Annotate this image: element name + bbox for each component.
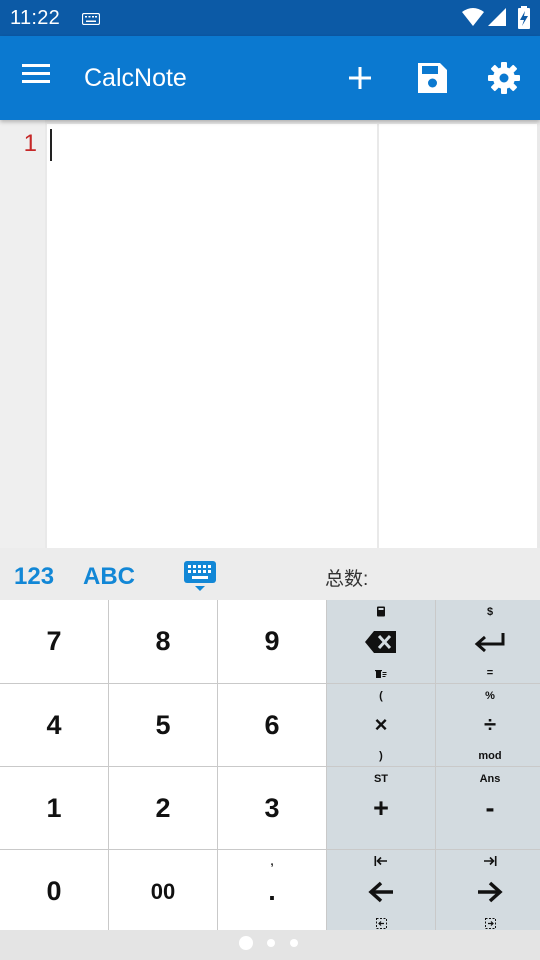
total-label: 总数: [325, 569, 369, 590]
divide-key-label: ÷ [483, 712, 497, 737]
multiply-key-label: × [374, 712, 388, 737]
arrow-right-icon [477, 881, 503, 903]
app-bar: CalcNote [0, 36, 540, 120]
key-4-label: 4 [46, 709, 62, 740]
minus-key-top-label: Ans [479, 773, 501, 785]
keyboard-icon [81, 12, 101, 30]
plus-key-top-label: ST [373, 773, 389, 785]
plus-key-label: + [373, 792, 389, 823]
key-1-label: 1 [46, 792, 62, 823]
key-8[interactable]: 8 [109, 600, 217, 683]
save-icon[interactable] [414, 60, 450, 96]
select-left-icon [327, 918, 435, 929]
backspace-icon [364, 630, 398, 654]
key-5[interactable]: 5 [109, 684, 217, 766]
key-3[interactable]: 3 [218, 767, 326, 849]
enter-icon [474, 631, 506, 653]
decimal-key-alt-label: , [270, 856, 274, 868]
text-caret [50, 129, 52, 161]
status-bar: 11:22 [0, 0, 540, 36]
page-dot[interactable] [267, 939, 275, 947]
backspace-key[interactable] [327, 600, 435, 683]
enter-key-bottom-label: = [486, 667, 494, 679]
add-icon[interactable] [343, 61, 377, 95]
line-number-gutter: 1 [0, 120, 45, 548]
minus-key-label: - [485, 792, 495, 823]
arrow-left-icon [368, 881, 394, 903]
keyboard-hide-icon[interactable] [183, 560, 217, 592]
key-7-label: 7 [46, 626, 62, 656]
enter-key[interactable]: $ = [436, 600, 540, 683]
status-time: 11:22 [10, 7, 61, 29]
select-right-icon [436, 918, 540, 929]
wifi-icon [462, 7, 484, 32]
divide-key-bottom-label: mod [478, 750, 502, 762]
numeric-mode-tab[interactable]: 123 [14, 563, 54, 591]
divide-key-top-label: % [485, 690, 495, 702]
key-6-label: 6 [264, 709, 280, 740]
calculator-keypad: 7 8 9 $ = 4 5 6 ( × ) % ÷ mod 1 2 3 ST + [0, 600, 540, 933]
results-column [379, 124, 537, 548]
key-00-label: 00 [150, 878, 176, 904]
alpha-mode-tab[interactable]: ABC [83, 563, 135, 591]
app-title: CalcNote [84, 64, 187, 92]
key-8-label: 8 [155, 626, 171, 656]
multiply-key-top-label: ( [379, 690, 383, 702]
key-4[interactable]: 4 [0, 684, 108, 766]
decimal-key[interactable]: , . [218, 850, 326, 933]
multiply-key[interactable]: ( × ) [327, 684, 435, 766]
key-5-label: 5 [155, 709, 171, 740]
key-2-label: 2 [155, 792, 171, 823]
home-icon [327, 856, 435, 866]
page-dot[interactable] [290, 939, 298, 947]
keyboard-toolbar: 123 ABC 总数: [0, 548, 540, 600]
editor: 1 [0, 120, 540, 548]
page-dot-active[interactable] [239, 936, 253, 950]
key-0[interactable]: 0 [0, 850, 108, 933]
decimal-key-label: . [268, 876, 276, 906]
settings-icon[interactable] [486, 60, 522, 96]
end-icon [436, 856, 540, 866]
enter-key-top-label: $ [486, 606, 494, 618]
cursor-left-key[interactable] [327, 850, 435, 933]
key-7[interactable]: 7 [0, 600, 108, 683]
key-9-label: 9 [264, 626, 280, 656]
clear-all-icon [327, 669, 435, 679]
multiply-key-bottom-label: ) [379, 750, 383, 762]
menu-icon[interactable] [22, 62, 62, 94]
key-2[interactable]: 2 [109, 767, 217, 849]
key-9[interactable]: 9 [218, 600, 326, 683]
line-number: 1 [23, 130, 37, 157]
divide-key[interactable]: % ÷ mod [436, 684, 540, 766]
cursor-right-key[interactable] [436, 850, 540, 933]
calculator-icon [327, 606, 435, 617]
key-1[interactable]: 1 [0, 767, 108, 849]
keypad-page-indicator [0, 930, 540, 960]
key-3-label: 3 [264, 792, 280, 823]
plus-key[interactable]: ST + [327, 767, 435, 849]
signal-icon [487, 7, 507, 32]
minus-key[interactable]: Ans - [436, 767, 540, 849]
battery-charging-icon [517, 6, 531, 35]
key-6[interactable]: 6 [218, 684, 326, 766]
key-00[interactable]: 00 [109, 850, 217, 933]
note-text-area[interactable] [47, 124, 377, 548]
key-0-label: 0 [46, 876, 62, 906]
